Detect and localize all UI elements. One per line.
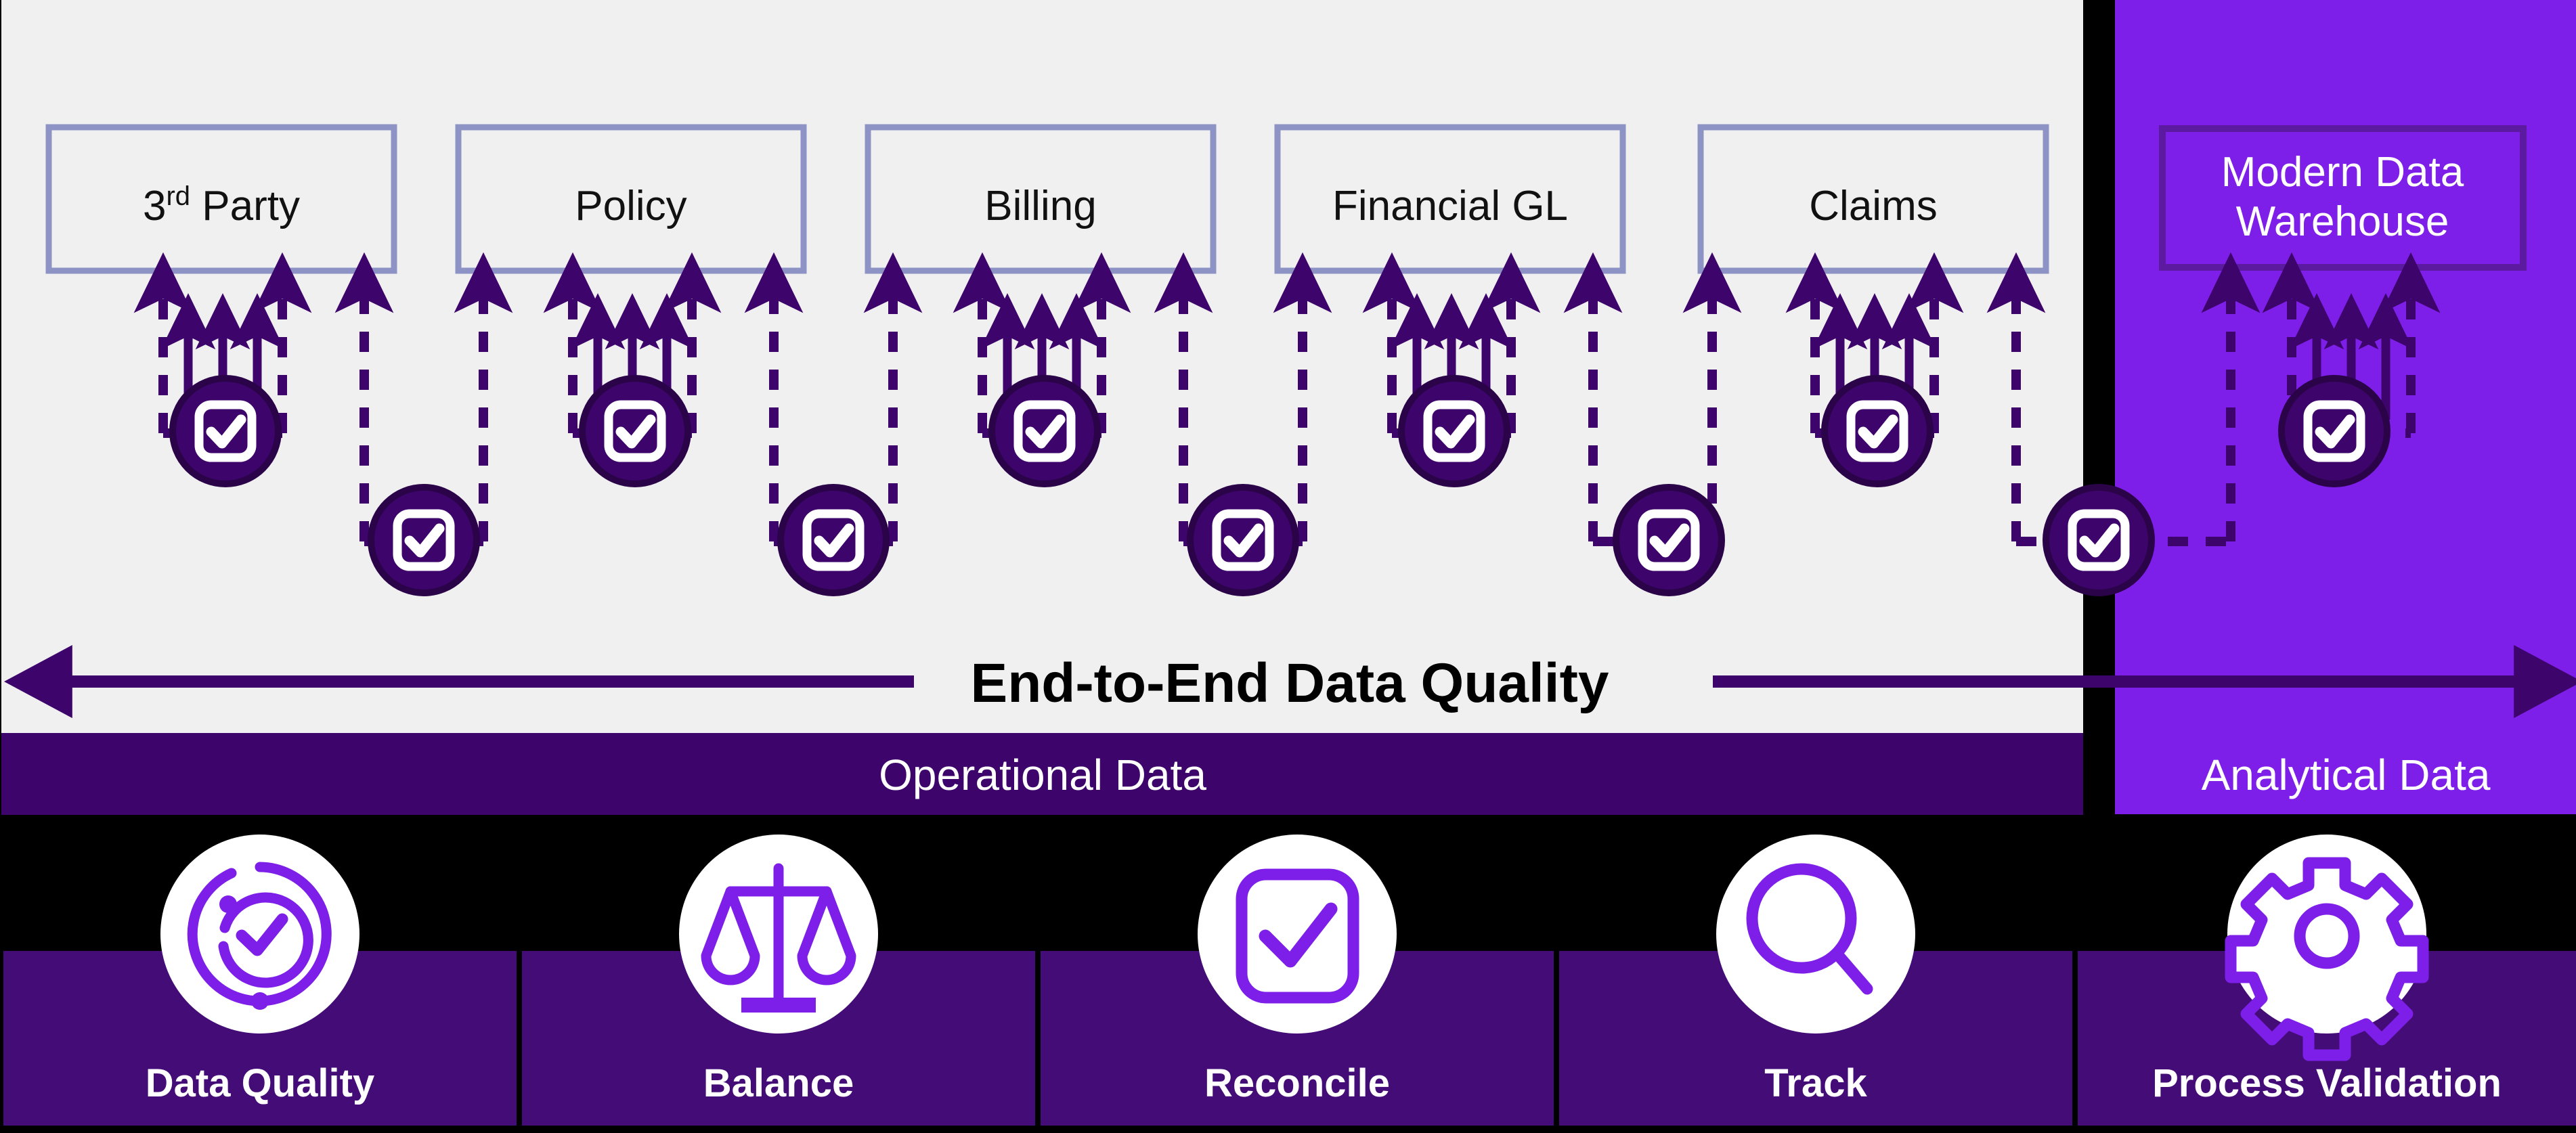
- check-badge-top-3[interactable]: [988, 375, 1101, 487]
- warehouse-box-modern-data-warehouse[interactable]: Modern Data Warehouse: [2159, 125, 2527, 271]
- source-box-label: Policy: [575, 183, 686, 229]
- source-box-label: Billing: [984, 183, 1096, 229]
- source-box-claims[interactable]: Claims: [1697, 124, 2049, 274]
- tile-label-balance: Balance: [703, 1061, 854, 1105]
- diagram-root: 3rd Party Policy Billing Financial GL Cl…: [0, 0, 2576, 1133]
- tile-label-track: Track: [1764, 1061, 1867, 1105]
- check-badge-top-5[interactable]: [1821, 375, 1934, 487]
- source-box-3rd-party[interactable]: 3rd Party: [45, 124, 397, 274]
- tile-label-process-validation: Process Validation: [2152, 1061, 2502, 1105]
- check-badge-bottom-3[interactable]: [1187, 484, 1299, 596]
- band-label-operational-data: Operational Data: [879, 751, 1206, 799]
- source-box-policy[interactable]: Policy: [455, 124, 807, 274]
- tile-icon-bg-track: [1716, 835, 1915, 1034]
- check-badge-top-1[interactable]: [169, 375, 282, 487]
- tile-label-reconcile: Reconcile: [1204, 1061, 1390, 1105]
- check-badge-bottom-2[interactable]: [777, 484, 890, 596]
- source-box-label: Claims: [1809, 183, 1937, 229]
- check-badge-bottom-4[interactable]: [1613, 484, 1725, 596]
- source-box-billing[interactable]: Billing: [865, 124, 1217, 274]
- check-badge-top-4[interactable]: [1398, 375, 1510, 487]
- tile-icon-bg-reconcile: [1198, 835, 1397, 1034]
- warehouse-box-label-line1: Modern Data: [2221, 149, 2464, 196]
- check-badge-top-2[interactable]: [579, 375, 691, 487]
- diagram-canvas: 3rd Party Policy Billing Financial GL Cl…: [1, 0, 2576, 1126]
- end-to-end-label: End-to-End Data Quality: [971, 652, 1609, 714]
- warehouse-box-label-line2: Warehouse: [2236, 198, 2449, 245]
- tile-label-data-quality: Data Quality: [146, 1061, 374, 1105]
- check-badge-top-6-warehouse[interactable]: [2278, 375, 2391, 487]
- source-box-financial-gl[interactable]: Financial GL: [1274, 124, 1626, 274]
- check-badge-bottom-1[interactable]: [368, 484, 480, 596]
- source-box-label: Financial GL: [1332, 183, 1568, 229]
- check-badge-bottom-5[interactable]: [2043, 484, 2155, 596]
- band-label-analytical-data: Analytical Data: [2202, 751, 2491, 799]
